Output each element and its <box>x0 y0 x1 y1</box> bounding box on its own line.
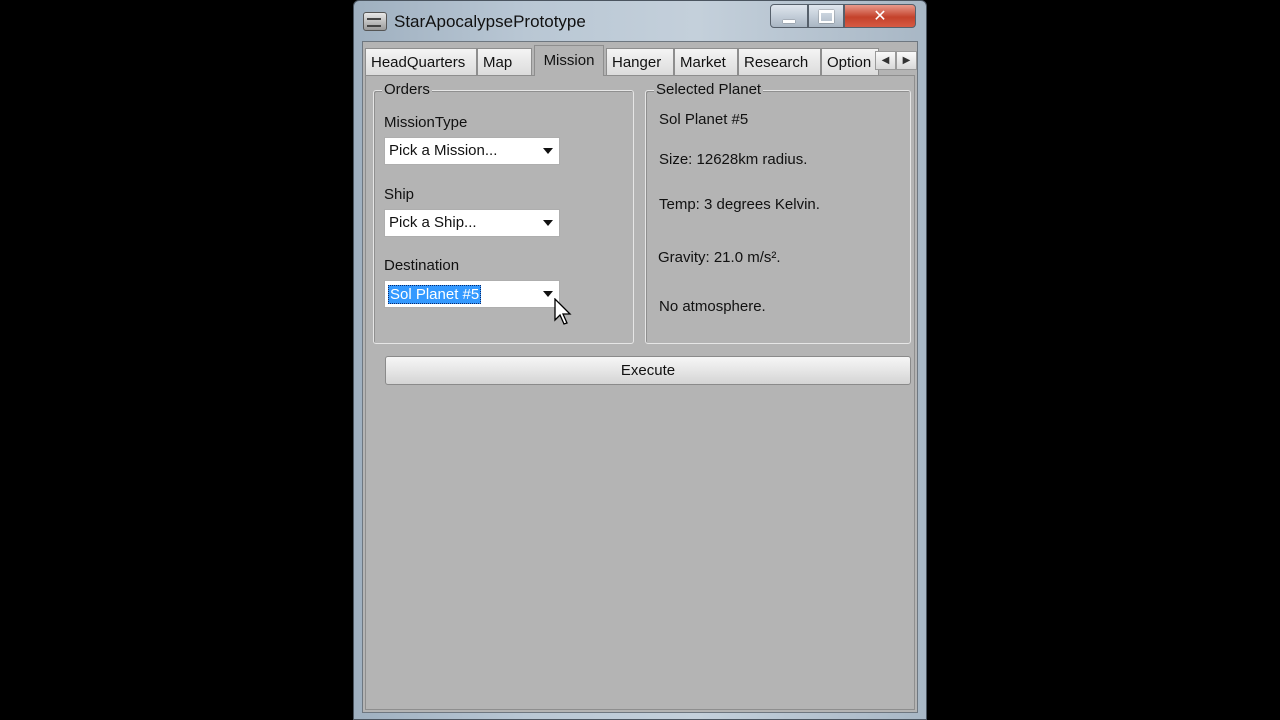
minimize-button[interactable] <box>770 4 808 28</box>
maximize-button[interactable] <box>808 4 844 28</box>
chevron-down-icon <box>543 291 553 297</box>
mission-tab-page: Orders MissionType Pick a Mission... Shi… <box>365 75 915 710</box>
mission-type-dropdown[interactable]: Pick a Mission... <box>384 137 560 165</box>
planet-temp: Temp: 3 degrees Kelvin. <box>659 196 820 213</box>
app-window: StarApocalypsePrototype ✕ HeadQuarters M… <box>353 0 927 720</box>
close-button[interactable]: ✕ <box>844 4 916 28</box>
execute-button[interactable]: Execute <box>385 356 911 385</box>
tab-mission[interactable]: Mission <box>534 45 604 76</box>
window-title: StarApocalypsePrototype <box>394 12 586 31</box>
destination-dropdown[interactable]: Sol Planet #5 <box>384 280 560 308</box>
tab-scroll-left-icon[interactable]: ◀ <box>875 51 896 70</box>
client-area: HeadQuarters Map Mission Hanger Market R… <box>362 41 918 713</box>
selected-planet-legend: Selected Planet <box>654 81 764 98</box>
tab-headquarters[interactable]: HeadQuarters <box>365 48 477 75</box>
destination-label: Destination <box>384 257 460 274</box>
tab-scroll-right-icon[interactable]: ▶ <box>896 51 917 70</box>
title-bar[interactable]: StarApocalypsePrototype ✕ <box>354 1 926 41</box>
chevron-down-icon <box>543 148 553 154</box>
minimize-icon <box>783 19 795 23</box>
planet-gravity: Gravity: 21.0 m/s². <box>658 249 781 266</box>
orders-groupbox: Orders MissionType Pick a Mission... Shi… <box>373 81 634 344</box>
app-icon[interactable] <box>363 12 387 31</box>
orders-legend: Orders <box>382 81 432 98</box>
planet-atmosphere: No atmosphere. <box>659 298 766 315</box>
tab-hanger[interactable]: Hanger <box>606 48 674 75</box>
maximize-icon <box>818 9 834 23</box>
selected-planet-groupbox: Selected Planet Sol Planet #5 Size: 1262… <box>645 81 911 344</box>
ship-dropdown[interactable]: Pick a Ship... <box>384 209 560 237</box>
tab-market[interactable]: Market <box>674 48 738 75</box>
tab-option[interactable]: Option <box>821 48 879 75</box>
tab-map[interactable]: Map <box>477 48 532 75</box>
mission-type-value: Pick a Mission... <box>389 142 498 159</box>
planet-size: Size: 12628km radius. <box>659 151 808 168</box>
tab-strip: HeadQuarters Map Mission Hanger Market R… <box>363 45 917 76</box>
mouse-cursor-icon <box>554 298 572 325</box>
close-icon: ✕ <box>873 8 887 25</box>
planet-name: Sol Planet #5 <box>659 111 749 128</box>
destination-value: Sol Planet #5 <box>388 285 482 304</box>
chevron-down-icon <box>543 220 553 226</box>
ship-value: Pick a Ship... <box>389 214 477 231</box>
tab-research[interactable]: Research <box>738 48 821 75</box>
ship-label: Ship <box>384 186 415 203</box>
mission-type-label: MissionType <box>384 114 468 131</box>
